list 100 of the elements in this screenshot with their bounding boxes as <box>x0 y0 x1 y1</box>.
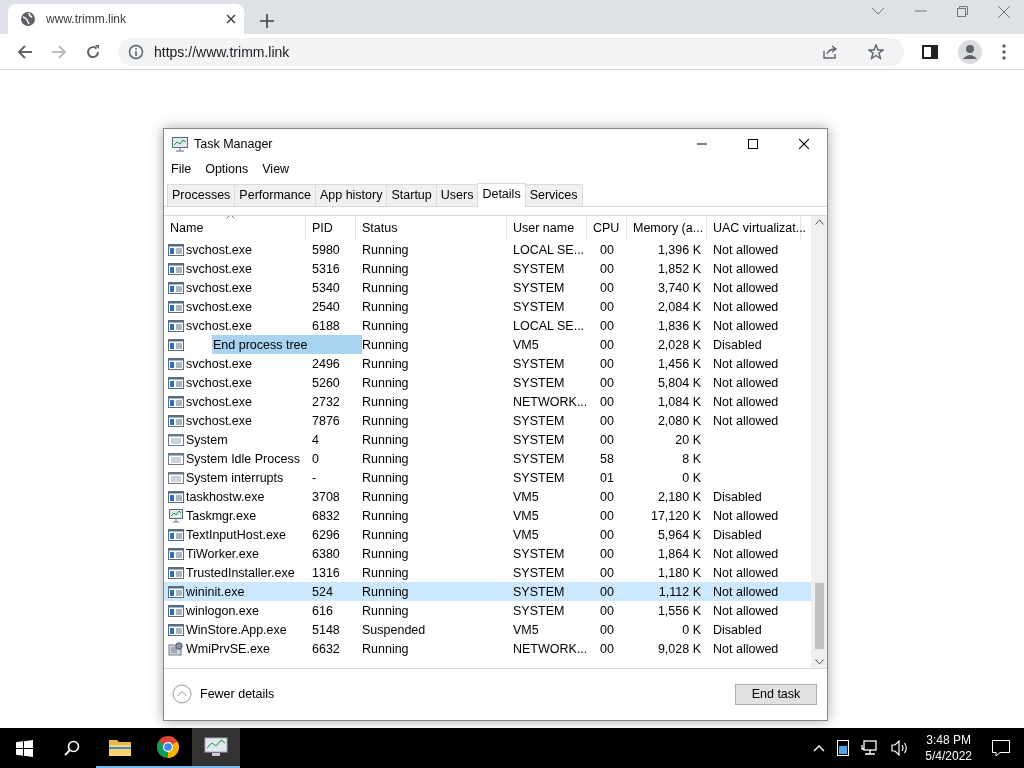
process-name: svchost.exe <box>186 394 252 409</box>
column-header[interactable]: User name <box>507 216 587 240</box>
table-cell-text: 5,964 K <box>656 527 702 542</box>
share-icon[interactable] <box>822 44 838 60</box>
process-name: TiWorker.exe <box>186 546 259 561</box>
address-bar[interactable]: https://www.trimm.link <box>118 38 904 66</box>
menu-item[interactable]: Options <box>198 162 256 176</box>
end-task-button[interactable]: End task <box>735 683 817 705</box>
table-cell-text: Running <box>361 432 410 447</box>
chrome-icon[interactable] <box>157 736 179 758</box>
table-cell-text: Running <box>361 356 410 371</box>
folder-icon[interactable] <box>109 738 131 756</box>
restore-icon[interactable] <box>957 6 968 17</box>
table-row[interactable]: winlogon.exe 616 Running SYSTEM 00 1,556 K Not allowed <box>164 601 811 620</box>
table-row[interactable]: wininit.exe 524 Running SYSTEM 00 1,112 K Not allowed <box>164 582 811 601</box>
profile-icon[interactable] <box>958 40 982 64</box>
speaker-icon[interactable] <box>891 740 910 756</box>
notification-icon[interactable] <box>992 739 1010 757</box>
close-icon[interactable] <box>799 139 809 149</box>
process-name: svchost.exe <box>186 280 252 295</box>
table-cell-text: 5316 <box>311 261 341 276</box>
table-row[interactable]: svchost.exe 2732 Running NETWORK... 00 1,084 K Not allowed <box>164 392 811 411</box>
menu-item[interactable]: View <box>255 162 297 176</box>
window-icon <box>168 299 184 314</box>
table-cell-text: 0 <box>311 451 320 466</box>
table-cell-text: 8 K <box>681 451 702 466</box>
column-header[interactable]: CPU <box>587 216 627 240</box>
fewer-details-link[interactable]: Fewer details <box>200 687 727 701</box>
tab[interactable]: Services <box>524 184 583 206</box>
table-row[interactable]: WinStore.App.exe 5148 Suspended VM5 00 0 K Disabled <box>164 620 811 639</box>
star-icon[interactable] <box>868 44 884 60</box>
process-name: System interrupts <box>186 470 284 485</box>
table-row[interactable]: System interrupts - Running SYSTEM 01 0 K <box>164 468 811 487</box>
column-header[interactable]: Status <box>356 216 507 240</box>
table-cell-text: NETWORK... <box>512 394 587 409</box>
clock-date[interactable]: 5/4/2022 <box>925 748 972 764</box>
column-header[interactable]: PID <box>306 216 356 240</box>
tab[interactable]: Details <box>477 183 526 207</box>
menu-item[interactable]: File <box>164 162 199 176</box>
table-row[interactable]: svchost.exe 5980 Running LOCAL SE... 00 1,396 K Not allowed <box>164 240 811 259</box>
process-name: System <box>186 432 228 447</box>
chevron-up-icon[interactable] <box>813 744 826 752</box>
table-row[interactable]: svchost.exe 2540 Running SYSTEM 00 2,084 K Not allowed <box>164 297 811 316</box>
clock-time[interactable]: 3:48 PM <box>926 732 971 748</box>
table-cell-text: Disabled <box>712 337 763 352</box>
table-row[interactable]: Taskmgr.exe 6832 Running VM5 00 17,120 K Not allowed <box>164 506 811 525</box>
browser-tab[interactable]: www.trimm.link <box>8 4 244 34</box>
reload-icon[interactable] <box>85 44 101 60</box>
more-icon[interactable] <box>1002 44 1006 60</box>
tab[interactable]: App history <box>314 184 388 206</box>
table-row[interactable]: WmiPrvSE.exe 6632 Running NETWORK... 00 9,028 K Not allowed <box>164 639 811 658</box>
network-icon[interactable] <box>861 740 880 756</box>
window-icon <box>168 356 184 371</box>
table-cell-text: Running <box>361 413 410 428</box>
table-row[interactable]: TextInputHost.exe 6296 Running VM5 00 5,964 K Disabled <box>164 525 811 544</box>
window-icon <box>168 584 184 599</box>
table-cell-text: 58 <box>599 451 615 466</box>
tab[interactable]: Startup <box>386 184 437 206</box>
windows-logo-icon[interactable] <box>15 739 33 757</box>
table-cell-text: Not allowed <box>712 242 780 257</box>
table-row[interactable]: TrustedInstaller.exe 1316 Running SYSTEM 00 1,180 K Not allowed <box>164 563 811 582</box>
table-cell-text: Running <box>361 280 410 295</box>
table-row[interactable]: End process tree Running VM5 00 2,028 K Disabled <box>164 335 811 354</box>
table-row[interactable]: svchost.exe 2496 Running SYSTEM 00 1,456 K Not allowed <box>164 354 811 373</box>
table-cell-text: VM5 <box>512 337 540 352</box>
table-row[interactable]: svchost.exe 5340 Running SYSTEM 00 3,740 K Not allowed <box>164 278 811 297</box>
side-panel-icon[interactable] <box>922 44 938 60</box>
search-icon[interactable] <box>64 740 80 756</box>
table-row[interactable]: svchost.exe 7876 Running SYSTEM 00 2,080 K Not allowed <box>164 411 811 430</box>
table-row[interactable]: System Idle Process 0 Running SYSTEM 58 8 K <box>164 449 811 468</box>
chevron-down-icon[interactable] <box>871 6 885 16</box>
monitor-icon[interactable] <box>204 737 228 757</box>
table-cell-text: VM5 <box>512 622 540 637</box>
close-icon[interactable] <box>226 14 236 24</box>
battery-icon[interactable] <box>837 740 850 756</box>
tab[interactable]: Performance <box>234 184 316 206</box>
column-header[interactable]: Memory (a... <box>627 216 707 240</box>
table-cell-text: 00 <box>599 432 615 447</box>
maximize-icon[interactable] <box>748 139 758 149</box>
scroll-up-icon[interactable] <box>814 219 824 225</box>
table-cell-text: 1,836 K <box>656 318 702 333</box>
plus-icon[interactable] <box>260 14 274 28</box>
table-row[interactable]: System 4 Running SYSTEM 00 20 K <box>164 430 811 449</box>
table-cell-text: 00 <box>599 337 615 352</box>
table-row[interactable]: svchost.exe 5316 Running SYSTEM 00 1,852 K Not allowed <box>164 259 811 278</box>
table-row[interactable]: taskhostw.exe 3708 Running VM5 00 2,180 K Disabled <box>164 487 811 506</box>
process-name: System Idle Process <box>186 451 300 466</box>
column-header[interactable]: Name <box>164 216 306 240</box>
scrollbar-thumb[interactable] <box>814 583 824 649</box>
back-arrow-icon[interactable] <box>17 44 33 60</box>
table-row[interactable]: svchost.exe 6188 Running LOCAL SE... 00 1,836 K Not allowed <box>164 316 811 335</box>
window-icon <box>168 375 184 390</box>
tab[interactable]: Processes <box>167 184 236 206</box>
table-cell-text: Running <box>361 242 410 257</box>
table-row[interactable]: svchost.exe 5260 Running SYSTEM 00 5,804 K Not allowed <box>164 373 811 392</box>
tab[interactable]: Users <box>435 184 479 206</box>
table-cell-text: 1,084 K <box>656 394 702 409</box>
scroll-down-icon[interactable] <box>814 659 824 665</box>
info-icon[interactable] <box>128 44 144 60</box>
table-row[interactable]: TiWorker.exe 6380 Running SYSTEM 00 1,864 K Not allowed <box>164 544 811 563</box>
